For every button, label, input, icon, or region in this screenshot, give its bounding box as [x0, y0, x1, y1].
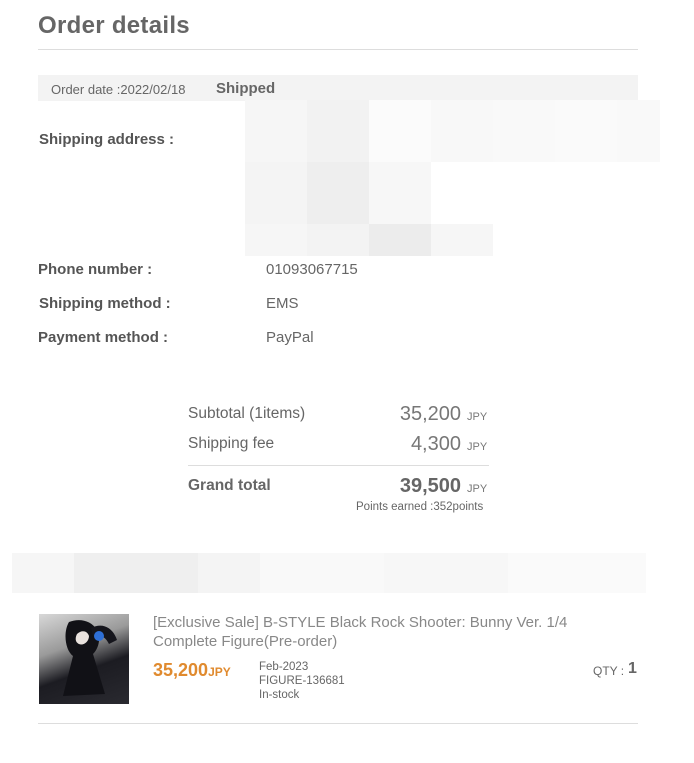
figure-silhouette-icon: [63, 620, 117, 696]
grand-total-label: Grand total: [188, 477, 271, 494]
shipping-fee-label: Shipping fee: [188, 435, 275, 452]
order-date: Order date :2022/02/18: [51, 82, 186, 97]
product-price: 35,200JPY: [153, 660, 231, 681]
order-status: Shipped: [216, 80, 276, 97]
product-meta: Feb-2023 FIGURE-136681 In-stock: [259, 660, 345, 702]
phone-number-value: 01093067715: [266, 261, 358, 278]
product-image[interactable]: [39, 614, 129, 704]
shipping-method-value: EMS: [266, 295, 299, 312]
subtotal-amount: 35,200: [399, 403, 461, 425]
title-divider: [38, 49, 638, 50]
product-stock: In-stock: [259, 689, 300, 701]
subtotal-label: Subtotal (1items): [188, 405, 306, 422]
shipping-address-redacted: [245, 100, 660, 256]
payment-method-label: Payment method :: [38, 329, 169, 346]
points-earned: Points earned :352points: [356, 501, 484, 513]
product-release: Feb-2023: [259, 661, 309, 673]
summary-divider: [188, 465, 489, 466]
shipping-fee-currency: JPY: [467, 441, 488, 453]
phone-number-label: Phone number :: [38, 261, 153, 278]
shipping-fee-amount: 4,300: [410, 433, 461, 455]
redacted-band: [12, 553, 646, 593]
product-price-currency: JPY: [208, 665, 231, 679]
shipping-address-label: Shipping address :: [39, 131, 175, 148]
product-name-link[interactable]: [Exclusive Sale] B-STYLE Black Rock Shoo…: [153, 613, 623, 651]
subtotal-currency: JPY: [467, 411, 488, 423]
grand-total-amount: 39,500: [399, 475, 461, 497]
payment-method-value: PayPal: [266, 329, 314, 346]
bottom-divider: [38, 723, 638, 724]
grand-total-currency: JPY: [467, 483, 488, 495]
product-price-value: 35,200: [153, 660, 209, 680]
qty-label: QTY :: [593, 664, 625, 678]
qty-value: 1: [628, 660, 637, 677]
product-sku: FIGURE-136681: [259, 675, 345, 687]
shipping-method-label: Shipping method :: [39, 295, 171, 312]
page-title: Order details: [38, 12, 190, 39]
